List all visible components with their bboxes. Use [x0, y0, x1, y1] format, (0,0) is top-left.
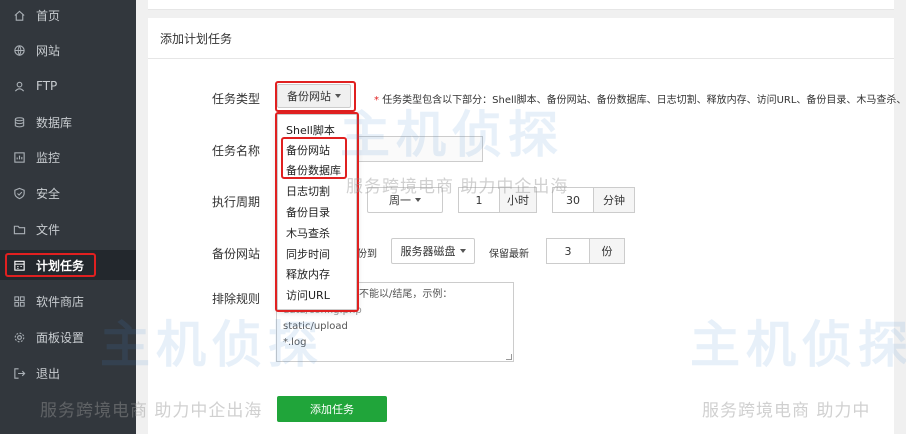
add-task-button[interactable]: 添加任务: [277, 396, 387, 422]
ftp-user-icon: [12, 79, 26, 93]
sidebar-item-ftp[interactable]: FTP: [0, 71, 136, 101]
monitor-icon: [12, 150, 26, 164]
dropdown-option-backup-site[interactable]: 备份网站: [286, 142, 330, 158]
resize-handle[interactable]: [506, 354, 512, 360]
sidebar-item-settings[interactable]: 面板设置: [0, 322, 136, 352]
sidebar-item-label: 数据库: [36, 115, 73, 130]
database-icon: [12, 115, 26, 129]
sidebar-item-logout[interactable]: 退出: [0, 358, 136, 388]
dropdown-option-log-cut[interactable]: 日志切割: [286, 183, 330, 199]
weekday-value: 周一: [389, 194, 411, 207]
exclude-line-3: *.log: [283, 337, 307, 348]
period-label: 执行周期: [211, 195, 260, 209]
dropdown-option-visit-url[interactable]: 访问URL: [286, 287, 330, 303]
required-star: *: [374, 95, 383, 106]
minute-input[interactable]: 30: [552, 187, 594, 213]
exclude-label: 排除规则: [211, 292, 260, 306]
sidebar: 首页 网站 FTP 数据库 监控 安全 文件 计划任务 软件商店 面板设置 退出: [0, 0, 136, 434]
chevron-down-icon: [459, 249, 466, 253]
hour-input[interactable]: 1: [458, 187, 500, 213]
divider: [148, 58, 894, 59]
task-type-hint-text: 任务类型包含以下部分：Shell脚本、备份网站、备份数据库、日志切割、释放内存、…: [382, 95, 906, 106]
sidebar-item-label: 退出: [36, 366, 61, 381]
sidebar-item-label: 软件商店: [36, 294, 85, 309]
task-type-select[interactable]: 备份网站: [277, 84, 351, 108]
sidebar-item-label: 安全: [36, 186, 61, 201]
sidebar-item-monitor[interactable]: 监控: [0, 142, 136, 172]
top-strip: [148, 0, 894, 10]
folder-icon: [12, 222, 26, 236]
backup-target-select[interactable]: 服务器磁盘: [391, 238, 475, 264]
globe-icon: [12, 43, 26, 57]
sidebar-item-label: 网站: [36, 43, 61, 58]
sidebar-item-security[interactable]: 安全: [0, 178, 136, 208]
sidebar-item-label: FTP: [36, 79, 58, 93]
task-type-dropdown: Shell脚本 备份网站 备份数据库 日志切割 备份目录 木马查杀 同步时间 释…: [277, 114, 357, 310]
logout-icon: [12, 366, 26, 380]
apps-grid-icon: [12, 294, 26, 308]
add-cron-panel: 添加计划任务: [148, 18, 894, 434]
dropdown-option-release-memory[interactable]: 释放内存: [286, 266, 330, 282]
sidebar-item-cron[interactable]: 计划任务: [0, 250, 136, 280]
sidebar-item-files[interactable]: 文件: [0, 214, 136, 244]
backup-target-value: 服务器磁盘: [400, 245, 456, 258]
sidebar-item-store[interactable]: 软件商店: [0, 286, 136, 316]
dropdown-option-sync-time[interactable]: 同步时间: [286, 246, 330, 262]
task-type-label: 任务类型: [211, 92, 260, 106]
panel-title: 添加计划任务: [160, 32, 233, 46]
dropdown-option-backup-db[interactable]: 备份数据库: [286, 162, 341, 178]
keep-latest-label: 保留最新: [489, 249, 529, 260]
backup-site-label: 备份网站: [211, 247, 260, 261]
gear-icon: [12, 330, 26, 344]
sidebar-item-website[interactable]: 网站: [0, 35, 136, 65]
dropdown-option-backup-dir[interactable]: 备份目录: [286, 204, 330, 220]
backup-to-text: 份到: [357, 249, 377, 260]
chevron-down-icon: [415, 198, 421, 202]
home-icon: [12, 8, 26, 22]
shield-icon: [12, 186, 26, 200]
dropdown-option-trojan-scan[interactable]: 木马查杀: [286, 225, 330, 241]
keep-unit: 份: [589, 238, 625, 264]
dropdown-option-shell[interactable]: Shell脚本: [286, 122, 335, 138]
chevron-down-icon: [335, 94, 341, 98]
task-name-label: 任务名称: [211, 144, 260, 158]
exclude-line-2: static/upload: [283, 321, 348, 332]
sidebar-item-home[interactable]: 首页: [0, 0, 136, 30]
keep-count-input[interactable]: 3: [546, 238, 590, 264]
sidebar-item-label: 文件: [36, 222, 61, 237]
weekday-select[interactable]: 周一: [367, 187, 443, 213]
task-type-hint: * 任务类型包含以下部分：Shell脚本、备份网站、备份数据库、日志切割、释放内…: [374, 91, 906, 106]
hour-unit: 小时: [499, 187, 537, 213]
minute-unit: 分钟: [593, 187, 635, 213]
task-type-value: 备份网站: [287, 90, 331, 103]
sidebar-item-database[interactable]: 数据库: [0, 107, 136, 137]
task-name-input[interactable]: [357, 136, 483, 162]
highlight-box: [5, 253, 96, 277]
sidebar-item-label: 首页: [36, 8, 61, 23]
sidebar-item-label: 面板设置: [36, 330, 85, 345]
sidebar-item-label: 监控: [36, 150, 61, 165]
